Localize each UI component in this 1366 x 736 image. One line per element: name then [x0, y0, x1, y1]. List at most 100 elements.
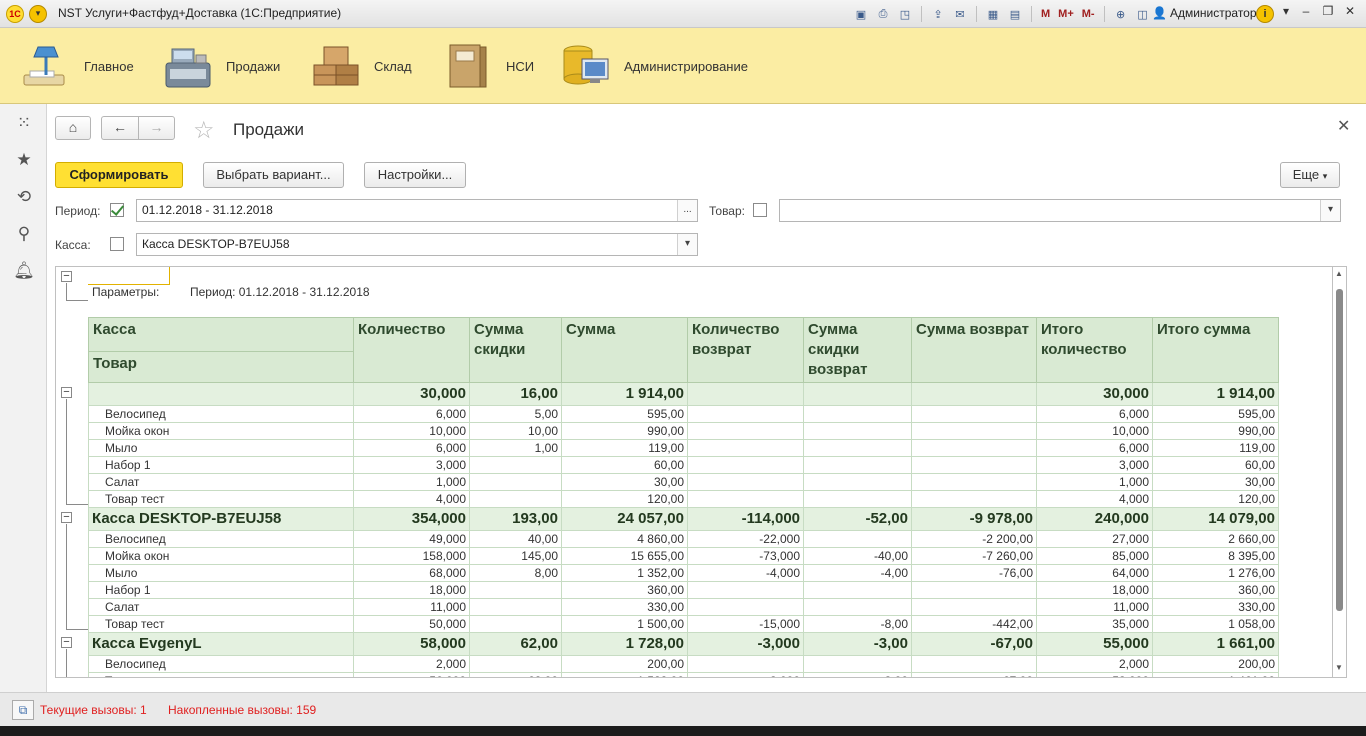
item-row[interactable]: Набор 1 3,000 60,00 3,000 60,00	[88, 456, 1279, 474]
product-checkbox[interactable]	[753, 203, 767, 217]
search-icon[interactable]: ⚲	[13, 223, 35, 245]
scroll-up-icon[interactable]: ▲	[1335, 269, 1343, 278]
group-row[interactable]: Касса EvgenyL 58,000 62,00 1 728,00 -3,000 -3…	[88, 632, 1279, 656]
group-total-cell: 62,00	[469, 632, 562, 656]
cash-value: Касса DESKTOP-B7EUJ58	[142, 237, 290, 251]
apps-grid-icon[interactable]: ⁙	[13, 112, 35, 134]
add-favorite-star-icon[interactable]: ☆	[193, 116, 215, 145]
collapse-params-icon[interactable]: −	[61, 271, 72, 282]
item-row[interactable]: Мыло 6,000 1,00 119,00 6,000 119,00	[88, 439, 1279, 457]
save-icon[interactable]: ▣	[852, 5, 870, 23]
section-warehouse[interactable]: Склад	[310, 28, 412, 104]
item-row[interactable]: Салат 11,000 330,00 11,000 330,00	[88, 598, 1279, 616]
favorites-star-icon[interactable]: ★	[13, 149, 35, 171]
params-value: Период: 01.12.2018 - 31.12.2018	[190, 285, 370, 299]
item-value-cell: 330,00	[561, 598, 688, 616]
item-row[interactable]: Салат 1,000 30,00 1,000 30,00	[88, 473, 1279, 491]
accumulated-calls: Накопленные вызовы: 159	[168, 703, 317, 717]
zoom-icon[interactable]: ⊕	[1112, 5, 1130, 23]
item-row[interactable]: Мойка окон 10,000 10,00 990,00 10,000 990,00	[88, 422, 1279, 440]
info-dropdown-icon[interactable]: ▾	[1276, 4, 1296, 18]
item-value-cell: 4,000	[353, 490, 470, 508]
choose-variant-button[interactable]: Выбрать вариант...	[203, 162, 344, 188]
collapse-group-icon[interactable]: −	[61, 387, 72, 398]
home-button[interactable]: ⌂	[55, 116, 91, 140]
notifications-bell-icon[interactable]: 🔔︎	[13, 260, 35, 282]
item-row[interactable]: Велосипед 2,000 200,00 2,000 200,00	[88, 655, 1279, 673]
upload-icon[interactable]: ⇪	[929, 5, 947, 23]
cash-dropdown-icon[interactable]: ▾	[677, 234, 697, 255]
period-select-button[interactable]: ...	[677, 200, 697, 221]
collapse-group-icon[interactable]: −	[61, 637, 72, 648]
preview-icon[interactable]: ◳	[896, 5, 914, 23]
item-value-cell	[803, 598, 912, 616]
item-row[interactable]: Товар тест 4,000 120,00 4,000 120,00	[88, 490, 1279, 508]
cash-field[interactable]: Касса DESKTOP-B7EUJ58 ▾	[136, 233, 698, 256]
item-value-cell: 6,000	[1036, 439, 1153, 457]
close-window-icon[interactable]: ✕	[1340, 4, 1360, 18]
memory-button[interactable]: M	[1039, 5, 1052, 23]
group-total-cell: 58,000	[353, 632, 470, 656]
back-button[interactable]: ←	[101, 116, 138, 140]
scroll-thumb[interactable]	[1336, 289, 1343, 611]
item-value-cell	[687, 439, 804, 457]
mail-icon[interactable]: ✉	[951, 5, 969, 23]
title-toolbar: ▣ ⎙ ◳ ⇪ ✉ ▦ ▤ M M+ M- ⊕ ◫	[852, 4, 1152, 24]
item-name: Набор 1	[88, 581, 354, 599]
item-row[interactable]: Товар тест 50,000 1 500,00 -15,000 -8,00 -442…	[88, 615, 1279, 633]
cash-checkbox[interactable]	[110, 237, 124, 251]
tree-line	[66, 399, 67, 504]
calculator-icon[interactable]: ▦	[984, 5, 1002, 23]
product-dropdown-icon[interactable]: ▾	[1320, 200, 1340, 221]
panels-icon[interactable]: ◫	[1134, 5, 1152, 23]
group-row[interactable]: 30,000 16,00 1 914,00 30,000 1 914,00	[88, 382, 1279, 406]
generate-button[interactable]: Сформировать	[55, 162, 183, 188]
minimize-icon[interactable]: –	[1296, 4, 1316, 18]
history-icon[interactable]: ⟲	[13, 186, 35, 208]
forward-button[interactable]: →	[138, 116, 175, 140]
tree-line	[66, 524, 67, 629]
print-icon[interactable]: ⎙	[874, 5, 892, 23]
item-row[interactable]: Велосипед 49,000 40,00 4 860,00 -22,000 -2 20…	[88, 530, 1279, 548]
report-spreadsheet[interactable]: − Параметры: Период: 01.12.2018 - 31.12.…	[55, 266, 1333, 678]
section-nsi[interactable]: НСИ	[442, 28, 534, 104]
item-name: Мыло	[88, 564, 354, 582]
current-user[interactable]: 👤 Администратор	[1152, 6, 1257, 20]
period-field[interactable]: 01.12.2018 - 31.12.2018 ...	[136, 199, 698, 222]
item-row[interactable]: Велосипед 6,000 5,00 595,00 6,000 595,00	[88, 405, 1279, 423]
memory-minus-button[interactable]: M-	[1080, 5, 1097, 23]
period-checkbox[interactable]	[110, 203, 124, 217]
settings-button[interactable]: Настройки...	[364, 162, 466, 188]
item-row[interactable]: Товар тест56,00062,001 528,00-3,000-3,00…	[88, 672, 1279, 677]
calendar-icon[interactable]: ▤	[1006, 5, 1024, 23]
report-params: Параметры: Период: 01.12.2018 - 31.12.20…	[92, 285, 370, 299]
item-row[interactable]: Мыло 68,000 8,00 1 352,00 -4,000 -4,00 -76,00 6…	[88, 564, 1279, 582]
report-scrollbar[interactable]: ▲ ▼	[1333, 266, 1347, 678]
item-value-cell: 10,000	[1036, 422, 1153, 440]
item-value-cell	[469, 490, 562, 508]
title-bar: 1С ▾ NST Услуги+Фастфуд+Доставка (1С:Пре…	[0, 0, 1366, 28]
section-main[interactable]: Главное	[20, 28, 134, 104]
report-table: Касса Количество Сумма скидки Сумма Коли…	[88, 317, 1279, 677]
scroll-down-icon[interactable]: ▼	[1335, 663, 1343, 672]
product-field[interactable]: ▾	[779, 199, 1341, 222]
memory-plus-button[interactable]: M+	[1056, 5, 1076, 23]
restore-icon[interactable]: ❐	[1318, 4, 1338, 18]
item-value-cell	[803, 405, 912, 423]
group-total-cell: 24 057,00	[561, 507, 688, 531]
group-row[interactable]: Касса DESKTOP-B7EUJ58 354,000 193,00 24 057…	[88, 507, 1279, 531]
more-button[interactable]: Еще ▾	[1280, 162, 1340, 188]
item-row[interactable]: Мойка окон 158,000 145,00 15 655,00 -73,000-…	[88, 547, 1279, 565]
item-value-cell: 1 276,00	[1152, 564, 1279, 582]
collapse-group-icon[interactable]: −	[61, 512, 72, 523]
close-form-icon[interactable]: ✕	[1337, 116, 1350, 136]
item-value-cell: 200,00	[1152, 655, 1279, 673]
item-value-cell: 360,00	[561, 581, 688, 599]
section-sales[interactable]: Продажи	[162, 28, 280, 104]
item-value-cell: 1,000	[1036, 473, 1153, 491]
main-menu-button[interactable]: ▾	[29, 5, 47, 23]
section-administration[interactable]: Администрирование	[560, 28, 748, 104]
item-row[interactable]: Набор 1 18,000 360,00 18,000 360,00	[88, 581, 1279, 599]
info-icon[interactable]: i	[1256, 5, 1274, 23]
performance-monitor-icon[interactable]: ⧉	[12, 700, 34, 720]
